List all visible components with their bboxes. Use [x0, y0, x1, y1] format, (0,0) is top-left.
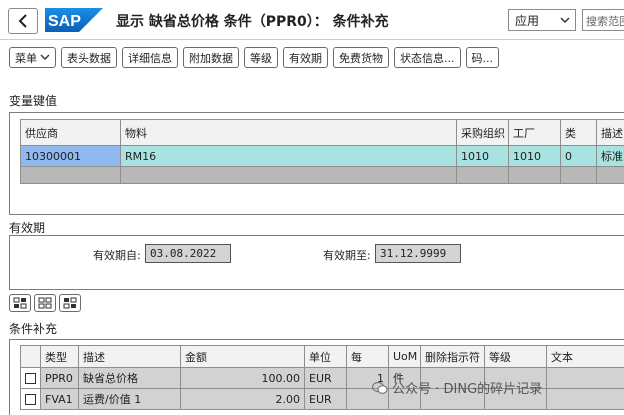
search-input[interactable]: 搜索范围 — [582, 9, 624, 31]
toolbar: 菜单 表头数据 详细信息 附加数据 等级 有效期 免费货物 状态信息... 码.… — [9, 47, 499, 69]
menu-button[interactable]: 菜单 — [9, 47, 56, 68]
empty-cell — [20, 166, 121, 184]
row-select-checkbox[interactable] — [20, 388, 41, 410]
chevron-down-icon — [40, 54, 50, 60]
scales-button[interactable]: 等级 — [244, 47, 278, 68]
additional-data-button[interactable]: 附加数据 — [183, 47, 239, 68]
column-header-category: 类 — [560, 119, 597, 146]
menu-button-label: 菜单 — [15, 52, 37, 65]
purch-org-cell[interactable]: 1010 — [456, 145, 509, 167]
chevron-down-icon — [560, 17, 570, 24]
header-data-button[interactable]: 表头数据 — [61, 47, 117, 68]
column-header-unit: 单位 — [304, 345, 347, 368]
table-icon-toolbar — [9, 294, 81, 312]
row-select-checkbox[interactable] — [20, 367, 41, 389]
sap-logo: SAP — [45, 8, 103, 32]
column-header-deletion-indicator: 删除指示符 — [420, 345, 485, 368]
amount-cell[interactable]: 100.00 — [180, 367, 305, 389]
checkbox-icon[interactable] — [25, 373, 36, 384]
column-header-uom: UoM — [388, 345, 421, 368]
empty-row — [20, 166, 624, 184]
checkbox-icon[interactable] — [25, 394, 36, 405]
vendor-cell[interactable]: 10300001 — [20, 145, 121, 167]
amount-cell[interactable]: 2.00 — [180, 388, 305, 410]
valid-to-label: 有效期至: — [323, 249, 371, 262]
description-cell[interactable]: 标准 — [596, 145, 624, 167]
back-button[interactable] — [8, 8, 38, 34]
column-header-text: 文本 — [546, 345, 624, 368]
variable-key-panel: 供应商 物料 采购组织 工厂 类 描述 10300001 RM16 1010 1… — [9, 112, 624, 215]
apply-label: 应用 — [515, 14, 540, 28]
empty-cell — [456, 166, 509, 184]
empty-cell — [596, 166, 624, 184]
plant-cell[interactable]: 1010 — [508, 145, 561, 167]
column-header-per: 每 — [346, 345, 389, 368]
svg-text:SAP: SAP — [48, 13, 81, 30]
valid-from-field[interactable]: 03.08.2022 — [145, 244, 231, 263]
valid-to-field[interactable]: 31.12.9999 — [375, 244, 461, 263]
empty-cell — [508, 166, 561, 184]
code-button[interactable]: 码... — [465, 47, 499, 68]
watermark-text: 公众号 · DING的碎片记录 — [392, 382, 543, 397]
condition-supplement-panel: 类型 描述 金额 单位 每 UoM 删除指示符 等级 文本 PPR0 缺省总价格… — [9, 339, 624, 415]
material-cell[interactable]: RM16 — [120, 145, 457, 167]
description-cell[interactable]: 运费/价值 1 — [78, 388, 181, 410]
page-title: 显示 缺省总价格 条件（PPR0）： 条件补充 — [116, 14, 389, 30]
select-block-icon[interactable] — [59, 294, 81, 312]
empty-cell — [560, 166, 597, 184]
column-header-type: 类型 — [40, 345, 79, 368]
column-header-vendor: 供应商 — [20, 119, 121, 146]
type-cell[interactable]: FVA1 — [40, 388, 79, 410]
column-header-description: 描述 — [596, 119, 624, 146]
free-goods-button[interactable]: 免费货物 — [333, 47, 389, 68]
watermark: 公众号 · DING的碎片记录 — [371, 378, 543, 397]
validity-title: 有效期 — [9, 221, 46, 235]
condition-supplement-title: 条件补充 — [9, 322, 58, 336]
title-bar: SAP 显示 缺省总价格 条件（PPR0）： 条件补充 应用 搜索范围 — [0, 0, 624, 40]
deselect-all-icon[interactable] — [34, 294, 56, 312]
apply-menu-select[interactable]: 应用 — [508, 9, 576, 31]
column-header-scale: 等级 — [484, 345, 547, 368]
details-button[interactable]: 详细信息 — [122, 47, 178, 68]
empty-cell — [120, 166, 457, 184]
variable-key-title: 变量键值 — [9, 94, 58, 108]
variable-key-table: 供应商 物料 采购组织 工厂 类 描述 10300001 RM16 1010 1… — [20, 119, 624, 184]
chevron-left-icon — [18, 14, 27, 28]
text-cell[interactable] — [546, 388, 624, 410]
column-header-plant: 工厂 — [508, 119, 561, 146]
wechat-icon — [371, 381, 388, 394]
validity-panel: 有效期自: 03.08.2022 有效期至: 31.12.9999 — [9, 235, 624, 290]
column-header-purch-org: 采购组织 — [456, 119, 509, 146]
unit-cell[interactable]: EUR — [304, 367, 347, 389]
unit-cell[interactable]: EUR — [304, 388, 347, 410]
status-info-button[interactable]: 状态信息... — [394, 47, 461, 68]
valid-from-label: 有效期自: — [93, 249, 141, 262]
column-header-material: 物料 — [120, 119, 457, 146]
text-cell[interactable] — [546, 367, 624, 389]
column-header-amount: 金额 — [180, 345, 305, 368]
column-header-select — [20, 345, 41, 368]
type-cell[interactable]: PPR0 — [40, 367, 79, 389]
select-all-icon[interactable] — [9, 294, 31, 312]
column-header-description: 描述 — [78, 345, 181, 368]
table-row[interactable]: 10300001 RM16 1010 1010 0 标准 — [20, 145, 624, 167]
category-cell[interactable]: 0 — [560, 145, 597, 167]
description-cell[interactable]: 缺省总价格 — [78, 367, 181, 389]
validity-button[interactable]: 有效期 — [283, 47, 328, 68]
